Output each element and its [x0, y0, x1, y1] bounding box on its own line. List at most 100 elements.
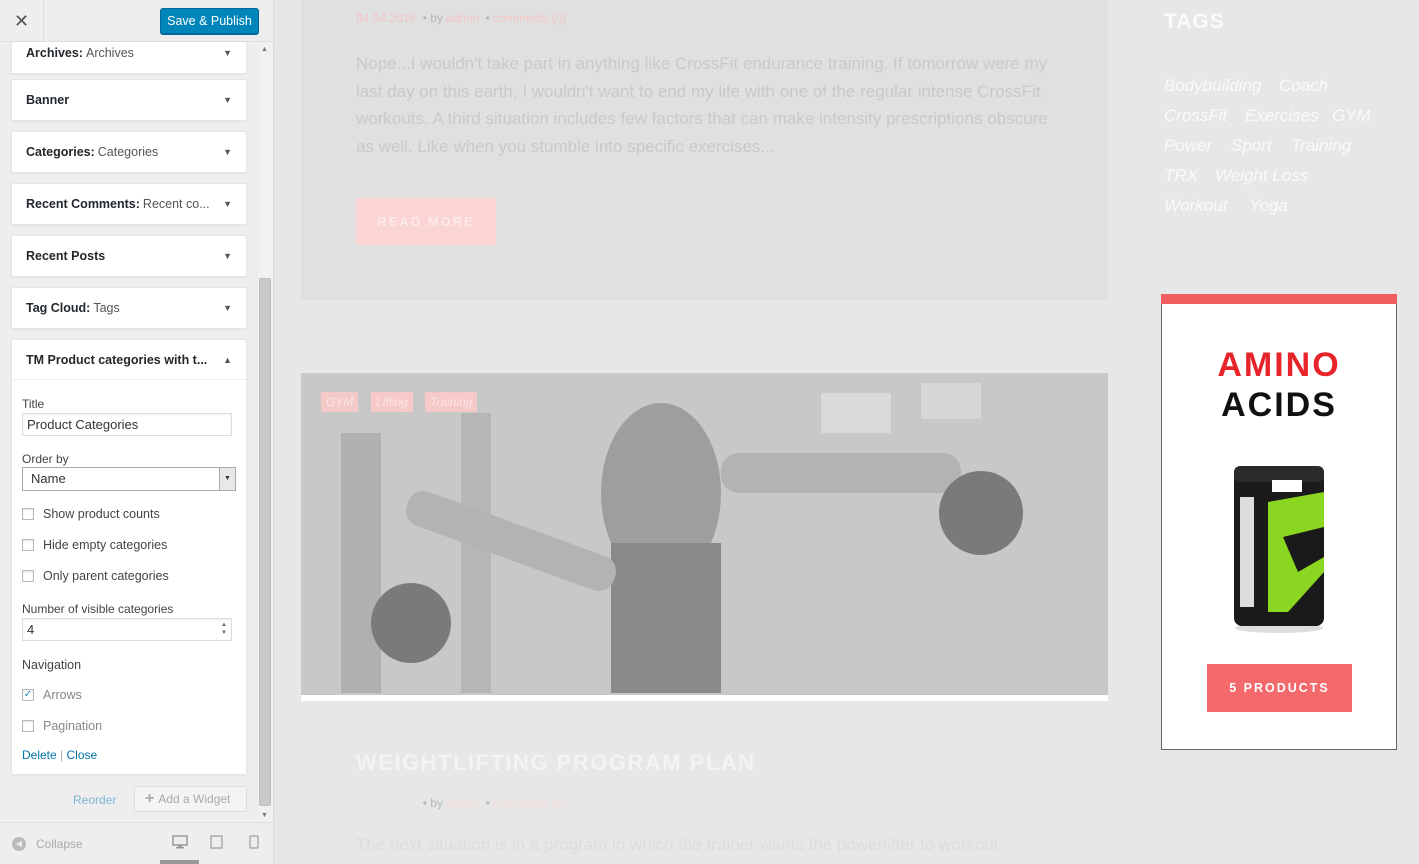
post-comments[interactable]: comments (0): [493, 11, 566, 25]
show-counts-row[interactable]: Show product counts: [22, 507, 160, 521]
only-parent-row[interactable]: Only parent categories: [22, 569, 169, 583]
arrows-label: Arrows: [43, 688, 82, 702]
widget-title: Recent Posts: [26, 249, 106, 263]
banner-headline-line1: AMINO: [1217, 346, 1341, 384]
widget-categories[interactable]: Categories: Categories ▼: [11, 131, 247, 173]
tag-link[interactable]: CrossFit: [1164, 106, 1227, 126]
arrows-row[interactable]: ✓ Arrows: [22, 688, 82, 702]
read-more-button[interactable]: READ MORE: [356, 198, 496, 245]
chevron-down-icon[interactable]: ▼: [223, 95, 232, 105]
delete-link[interactable]: Delete: [22, 748, 57, 762]
arrows-checkbox[interactable]: ✓: [22, 689, 34, 701]
desktop-icon[interactable]: [172, 835, 188, 852]
sidebar-scrollbar[interactable]: ▲ ▼: [258, 42, 273, 822]
widget-title: Archives:: [26, 46, 83, 60]
tag-link[interactable]: Bodybuilding: [1164, 76, 1261, 96]
post-tag-gym[interactable]: GYM: [321, 392, 359, 412]
post-by: by: [430, 796, 443, 810]
show-counts-label: Show product counts: [43, 507, 160, 521]
chevron-down-icon[interactable]: ▼: [223, 303, 232, 313]
post-author[interactable]: admin: [446, 796, 479, 810]
hide-empty-checkbox[interactable]: [22, 539, 34, 551]
tag-link[interactable]: Weight Loss: [1215, 166, 1308, 186]
widget-recent-comments-header[interactable]: Recent Comments: Recent co... ▼: [12, 184, 246, 224]
post-divider: [301, 695, 1108, 701]
widget-list: Archives: Archives ▼ Banner ▼ Categories…: [0, 42, 258, 822]
tag-link[interactable]: Workout: [1164, 196, 1227, 216]
tag-link[interactable]: Yoga: [1249, 196, 1288, 216]
widget-recent-posts-header[interactable]: Recent Posts ▼: [12, 236, 246, 276]
widget-tm-product-categories: TM Product categories with t... ▲ Title …: [11, 339, 247, 775]
widget-archives[interactable]: Archives: Archives ▼: [11, 42, 247, 74]
widget-subtitle: Recent co...: [142, 197, 210, 211]
hide-empty-row[interactable]: Hide empty categories: [22, 538, 167, 552]
post-author[interactable]: admin: [446, 11, 479, 25]
visible-count-value: 4: [27, 622, 35, 637]
tablet-icon[interactable]: [210, 835, 223, 852]
banner-accent-bar: [1161, 294, 1397, 304]
post-tag-lifting[interactable]: Lifting: [371, 392, 414, 412]
chevron-down-icon[interactable]: ▼: [219, 468, 235, 490]
chevron-down-icon[interactable]: ▼: [223, 199, 232, 209]
widget-title: Banner: [26, 93, 70, 107]
reorder-link[interactable]: Reorder: [73, 793, 116, 807]
title-label: Title: [22, 397, 45, 411]
supplement-container-image: [1234, 466, 1324, 633]
widget-categories-header[interactable]: Categories: Categories ▼: [12, 132, 246, 172]
show-counts-checkbox[interactable]: [22, 508, 34, 520]
chevron-down-icon[interactable]: ▼: [223, 48, 232, 58]
stepper-arrows-icon[interactable]: ▲ ▼: [221, 621, 227, 637]
tag-link[interactable]: Coach: [1279, 76, 1328, 96]
only-parent-checkbox[interactable]: [22, 570, 34, 582]
chevron-down-icon[interactable]: ▼: [223, 251, 232, 261]
widget-title: TM Product categories with t...: [26, 352, 208, 367]
widget-subtitle: Archives: [85, 46, 134, 60]
widget-title: Categories:: [26, 145, 95, 159]
tag-link[interactable]: Sport: [1231, 136, 1272, 156]
chevron-up-icon[interactable]: ▲: [223, 355, 232, 365]
tag-link[interactable]: Exercises: [1245, 106, 1319, 126]
products-button[interactable]: 5 PRODUCTS: [1207, 664, 1352, 712]
post-comments[interactable]: comments (0): [493, 796, 566, 810]
widget-recent-posts[interactable]: Recent Posts ▼: [11, 235, 247, 277]
gym-photo-illustration: [301, 373, 1108, 695]
only-parent-label: Only parent categories: [43, 569, 169, 583]
post-excerpt: The next situation is in a program in wh…: [356, 835, 999, 854]
widget-tag-cloud-header[interactable]: Tag Cloud: Tags ▼: [12, 288, 246, 328]
tag-link[interactable]: GYM: [1332, 106, 1371, 126]
tag-link[interactable]: TRX: [1164, 166, 1198, 186]
widget-banner[interactable]: Banner ▼: [11, 79, 247, 121]
widget-banner-header[interactable]: Banner ▼: [12, 80, 246, 120]
tag-link[interactable]: Training: [1291, 136, 1351, 156]
post-card: 04.04.2016 • by admin • comments (0) Nop…: [301, 0, 1108, 300]
pagination-row[interactable]: Pagination: [22, 719, 102, 733]
tag-link[interactable]: Power: [1164, 136, 1212, 156]
scroll-up-icon[interactable]: ▲: [261, 46, 268, 53]
plus-icon: +: [145, 790, 155, 807]
widget-archives-header[interactable]: Archives: Archives ▼: [12, 42, 246, 73]
visible-count-stepper[interactable]: 4 ▲ ▼: [22, 618, 232, 641]
scrollbar-thumb[interactable]: [259, 278, 271, 806]
save-publish-button[interactable]: Save & Publish: [160, 8, 259, 34]
order-by-select[interactable]: Name ▼: [22, 467, 236, 491]
widget-recent-comments[interactable]: Recent Comments: Recent co... ▼: [11, 183, 247, 225]
amino-banner[interactable]: AMINO ACIDS 5 PRODUCTS: [1161, 294, 1397, 750]
mobile-icon[interactable]: [249, 835, 259, 852]
close-icon[interactable]: ✕: [0, 0, 44, 42]
post-featured-image[interactable]: [301, 373, 1108, 695]
chevron-down-icon[interactable]: ▼: [223, 147, 232, 157]
close-link[interactable]: Close: [67, 748, 98, 762]
scroll-down-icon[interactable]: ▼: [261, 812, 268, 819]
post-meta: 04.04.2016 • by admin • comments (0): [356, 11, 567, 25]
add-widget-button[interactable]: + Add a Widget: [134, 786, 247, 812]
collapse-button[interactable]: ◀ Collapse: [12, 837, 83, 851]
title-input[interactable]: Product Categories: [22, 413, 232, 436]
pagination-checkbox[interactable]: [22, 720, 34, 732]
post-tag-training[interactable]: Training: [425, 392, 478, 412]
widget-tm-product-header[interactable]: TM Product categories with t... ▲: [12, 340, 246, 380]
widget-subtitle: Tags: [93, 301, 120, 315]
widget-tag-cloud[interactable]: Tag Cloud: Tags ▼: [11, 287, 247, 329]
post-date[interactable]: 04.04.2016: [356, 11, 416, 25]
post-date[interactable]: 04.04.2016: [356, 796, 416, 810]
post-title[interactable]: WEIGHTLIFTING PROGRAM PLAN: [356, 750, 756, 776]
